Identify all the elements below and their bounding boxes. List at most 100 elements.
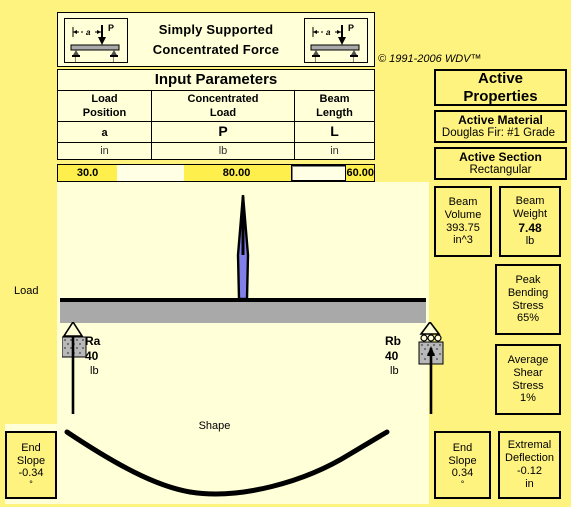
deflection-curve (5, 424, 429, 504)
col2-head2: Length (316, 107, 353, 119)
reaction-a-unit: lb (90, 365, 99, 377)
active-material-inner: Active Material Douglas Fir: #1 Grade (435, 111, 566, 142)
input-parameters-grid: Load Position Concentrated Load Beam Len… (57, 91, 375, 160)
active-material-label: Active Material (458, 112, 543, 127)
load-spike-icon (230, 194, 256, 301)
active-section-value: Rectangular (469, 163, 532, 176)
symbol-row: a P L (58, 122, 374, 143)
reaction-a-name: Ra (85, 334, 101, 348)
unit-beam-length: in (330, 145, 339, 157)
active-properties-line1: Active (477, 69, 524, 87)
symbol-concentrated-load: P (152, 122, 295, 142)
peak-bending-value: 65% (516, 312, 540, 325)
beam-weight-label1: Beam (515, 194, 545, 207)
peak-bending-stress-inner: Peak Bending Stress 65% (496, 265, 560, 334)
active-section-box[interactable]: Active Section Rectangular (434, 147, 567, 180)
load-position-input[interactable]: 30.0 (58, 165, 118, 181)
column-header-concentrated-load: Concentrated Load (152, 91, 295, 121)
unit-concentrated-load: lb (152, 143, 295, 160)
reaction-b-name: Rb (385, 334, 401, 348)
beam-weight-label2: Weight (512, 207, 548, 220)
reaction-b-label: Rb 40 lb (385, 334, 401, 379)
beam-volume-label1: Beam (448, 195, 478, 208)
svg-text:P: P (348, 23, 354, 33)
end-slope-right-label1: End (452, 441, 473, 454)
load-spike-svg (236, 194, 250, 301)
input-parameters-title: Input Parameters (57, 69, 375, 91)
symbol-p: P (218, 123, 228, 139)
col1-head1: Concentrated (187, 93, 259, 105)
reaction-a-label: Ra 40 lb (85, 334, 100, 379)
reaction-b-value: 40 (385, 349, 399, 363)
beam-volume-inner: Beam Volume 393.75 in^3 (435, 187, 491, 256)
end-slope-right-box: End Slope 0.34 ° (434, 431, 491, 499)
active-material-box[interactable]: Active Material Douglas Fir: #1 Grade (434, 110, 567, 143)
input-value-row: 30.0 80.00 60.00 (57, 164, 375, 182)
active-material-value: Douglas Fir: #1 Grade (441, 126, 556, 139)
peak-bending-label1: Peak (515, 273, 541, 286)
column-header-load-position: Load Position (58, 91, 152, 121)
beam-volume-box: Beam Volume 393.75 in^3 (434, 186, 492, 257)
svg-text:a: a (326, 28, 331, 37)
avg-shear-label3: Stress (512, 379, 544, 392)
header-panel: a P ⌡ ⌡ Simply Supported Concentrated Fo… (57, 12, 375, 67)
col1-head2: Load (209, 107, 237, 119)
svg-text:⌡: ⌡ (351, 56, 355, 62)
active-section-inner: Active Section Rectangular (435, 148, 566, 179)
extremal-deflection-label1: Extremal (507, 439, 552, 452)
end-slope-left-inner: End Slope -0.34 ° (6, 432, 56, 498)
roller-support-svg (418, 320, 444, 414)
deflection-curve-svg (64, 429, 390, 497)
active-properties-title-inner: Active Properties (435, 70, 566, 105)
col0-head2: Position (82, 107, 127, 119)
column-header-beam-length: Beam Length (295, 91, 374, 121)
peak-bending-stress-box: Peak Bending Stress 65% (495, 264, 561, 335)
beam-diagram-icon-right: a P ⌡ ⌡ (304, 18, 368, 64)
beam-weight-value: 7.48 (518, 220, 542, 235)
header-row: Load Position Concentrated Load Beam Len… (58, 91, 374, 122)
extremal-deflection-inner: Extremal Deflection -0.12 in (499, 432, 560, 498)
active-section-label: Active Section (459, 149, 542, 164)
extremal-deflection-box: Extremal Deflection -0.12 in (498, 431, 561, 499)
roller-support-icon (418, 320, 452, 414)
peak-bending-label3: Stress (512, 299, 544, 312)
beam-volume-label2: Volume (444, 208, 482, 221)
unit-load-position: in (58, 143, 152, 160)
end-slope-left-unit: ° (29, 479, 33, 490)
beam-volume-unit: in^3 (453, 234, 473, 247)
load-axis-label: Load (14, 285, 39, 297)
beam-weight-unit: lb (525, 235, 535, 248)
end-slope-right-inner: End Slope 0.34 ° (435, 432, 490, 498)
col0-head1: Load (91, 93, 118, 105)
concentrated-load-input[interactable]: 80.00 (184, 165, 290, 181)
svg-text:⌡: ⌡ (313, 56, 317, 62)
avg-shear-value: 1% (520, 392, 536, 405)
col2-head1: Beam (319, 93, 350, 105)
active-properties-line2: Properties (463, 87, 538, 105)
reaction-b-unit: lb (390, 365, 399, 377)
empty-input-field[interactable] (290, 165, 347, 181)
active-properties-title-box: Active Properties (434, 69, 567, 106)
copyright-text: © 1991-2006 WDV™ (378, 53, 482, 65)
beam-length-input[interactable]: 60.00 (346, 165, 374, 181)
symbol-a: a (101, 127, 108, 139)
spacer-cell-1 (117, 165, 185, 181)
beam-diagram-svg-2: a P ⌡ ⌡ (305, 19, 367, 64)
symbol-l: L (330, 123, 339, 139)
avg-shear-label1: Average (507, 353, 549, 366)
end-slope-left-label2: Slope (16, 454, 46, 467)
avg-shear-label2: Shear (513, 366, 543, 379)
symbol-load-position: a (58, 122, 152, 142)
average-shear-stress-box: Average Shear Stress 1% (495, 344, 561, 415)
unit-row: in lb in (58, 143, 374, 160)
end-slope-left-box: End Slope -0.34 ° (5, 431, 57, 499)
extremal-deflection-label2: Deflection (505, 452, 554, 465)
extremal-deflection-unit: in (525, 477, 534, 490)
average-shear-stress-inner: Average Shear Stress 1% (496, 345, 560, 414)
beam-body (60, 298, 426, 323)
symbol-beam-length: L (295, 122, 374, 142)
end-slope-right-unit: ° (460, 479, 465, 490)
end-slope-left-label1: End (21, 441, 41, 454)
reaction-a-value: 40 (85, 349, 99, 363)
end-slope-right-label2: Slope (448, 454, 477, 467)
